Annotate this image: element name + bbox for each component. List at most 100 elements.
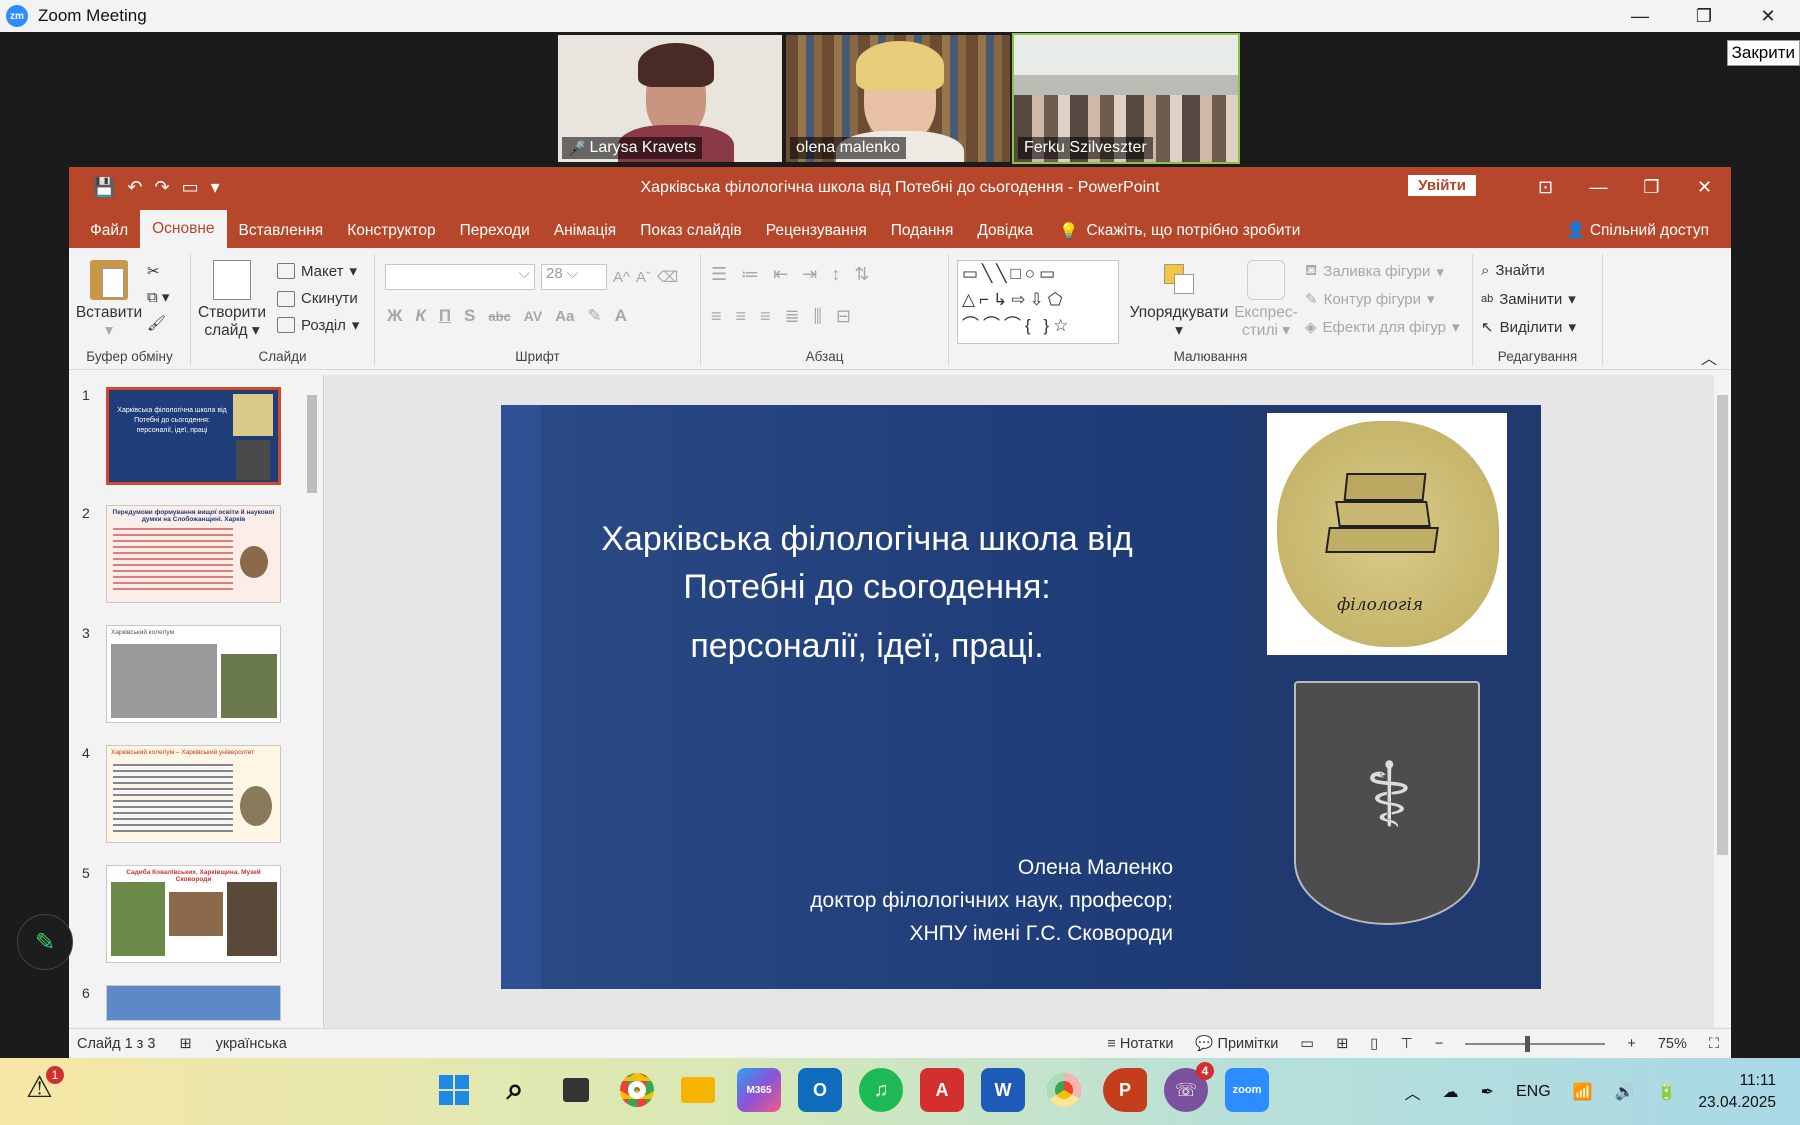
- comments-button[interactable]: 💬 Примітки: [1195, 1035, 1278, 1052]
- slideshow-view-icon[interactable]: ⊤: [1400, 1036, 1413, 1052]
- thumbnail-slide-3[interactable]: Харківський колегіум: [106, 625, 281, 723]
- shapes-gallery[interactable]: ▭╲╲□○▭ △⌐↳⇨⇩⬠ ⌒⌒⌒{ }☆: [957, 260, 1119, 344]
- zoom-slider[interactable]: [1465, 1035, 1606, 1052]
- zoom-app-icon[interactable]: zoom: [1225, 1068, 1269, 1112]
- zoom-in-icon[interactable]: +: [1627, 1036, 1635, 1052]
- viber-icon[interactable]: ☏ 4: [1164, 1062, 1214, 1112]
- acrobat-icon[interactable]: A: [920, 1068, 964, 1112]
- zoom-close-button[interactable]: ✕: [1736, 0, 1800, 32]
- current-slide[interactable]: Харківська філологічна школа від Потебні…: [501, 405, 1541, 989]
- input-language[interactable]: ENG: [1516, 1083, 1551, 1101]
- shape-effects-button[interactable]: ◈ Ефекти для фігур ▾: [1305, 318, 1460, 337]
- slide-subtitle[interactable]: персоналії, ідеї, праці.: [541, 627, 1193, 666]
- chrome-profile-icon[interactable]: [1042, 1068, 1086, 1112]
- fit-slide-icon[interactable]: ⛶: [1709, 1036, 1719, 1052]
- underline-button[interactable]: П: [439, 306, 451, 326]
- decrease-indent-icon[interactable]: ⇤: [773, 264, 788, 285]
- tab-design[interactable]: Конструктор: [335, 214, 447, 248]
- align-right-icon[interactable]: ≡: [760, 306, 771, 327]
- char-spacing-button[interactable]: AV: [524, 308, 542, 324]
- windows-start-icon[interactable]: [432, 1068, 476, 1112]
- justify-icon[interactable]: ≣: [785, 306, 800, 327]
- tab-animations[interactable]: Анімація: [542, 214, 628, 248]
- zoom-maximize-button[interactable]: ❐: [1672, 0, 1736, 32]
- undo-icon[interactable]: ↶: [127, 177, 142, 198]
- highlight-icon[interactable]: ✎: [587, 306, 601, 326]
- copy-icon[interactable]: ⧉ ▾: [147, 288, 169, 306]
- font-name-select[interactable]: ⌵: [385, 264, 535, 290]
- collapse-ribbon-icon[interactable]: ︿: [1701, 345, 1717, 369]
- replace-button[interactable]: ab Замінити ▾: [1481, 290, 1576, 309]
- search-icon[interactable]: ⌕: [493, 1068, 537, 1112]
- shape-fill-button[interactable]: ⛾ Заливка фігури ▾: [1305, 262, 1444, 281]
- file-explorer-icon[interactable]: [676, 1068, 720, 1112]
- ppt-close-button[interactable]: ✕: [1678, 167, 1731, 208]
- thumbnail-slide-1[interactable]: Харківська філологічна школа від Потебні…: [106, 387, 281, 485]
- font-color-icon[interactable]: A: [615, 306, 627, 326]
- tab-file[interactable]: Файл: [78, 214, 140, 248]
- redo-icon[interactable]: ↷: [155, 177, 170, 198]
- tab-insert[interactable]: Вставлення: [227, 214, 336, 248]
- quick-styles-button[interactable]: Експрес-стилі ▾: [1233, 260, 1299, 340]
- signin-button[interactable]: Увійти: [1408, 175, 1476, 196]
- shrink-font-icon[interactable]: Aˇ: [636, 269, 651, 286]
- grow-font-icon[interactable]: A^: [613, 269, 630, 286]
- columns-icon[interactable]: ⫼: [814, 306, 822, 327]
- shape-outline-button[interactable]: ✎ Контур фігури ▾: [1305, 290, 1435, 309]
- wifi-icon[interactable]: 📶: [1573, 1082, 1593, 1102]
- format-painter-icon[interactable]: 🖌: [147, 314, 166, 332]
- books-emblem-image[interactable]: філологія: [1267, 413, 1507, 655]
- participant-tile[interactable]: olena malenko: [786, 35, 1010, 162]
- save-icon[interactable]: 💾: [93, 177, 115, 198]
- line-spacing-icon[interactable]: ↕: [831, 264, 840, 285]
- reset-button[interactable]: Скинути: [277, 290, 358, 307]
- arrange-button[interactable]: Упорядкувати ▾: [1127, 260, 1231, 340]
- strikethrough-button[interactable]: abc: [488, 309, 510, 324]
- pen-input-icon[interactable]: ✒: [1481, 1082, 1494, 1102]
- spotify-icon[interactable]: ♫: [859, 1068, 903, 1112]
- powerpoint-icon[interactable]: P: [1103, 1068, 1147, 1112]
- numbering-icon[interactable]: ≔: [741, 264, 759, 285]
- ppt-restore-button[interactable]: ❐: [1625, 167, 1678, 208]
- change-case-button[interactable]: Aa: [555, 308, 574, 325]
- thumbnail-slide-5[interactable]: Садиба Ковалівських. Харківщина. Музей С…: [106, 865, 281, 963]
- word-icon[interactable]: W: [981, 1068, 1025, 1112]
- thumbnail-slide-4[interactable]: Харківський колегіум – Харківський уніве…: [106, 745, 281, 843]
- system-clock[interactable]: 11:11 23.04.2025: [1698, 1070, 1776, 1114]
- participant-tile-active-speaker[interactable]: Ferku Szilveszter: [1012, 33, 1240, 164]
- tab-home[interactable]: Основне: [140, 210, 227, 248]
- paste-button[interactable]: Вставити ▾: [75, 260, 143, 340]
- shadow-button[interactable]: S: [464, 306, 475, 326]
- chrome-icon[interactable]: [615, 1068, 659, 1112]
- task-view-icon[interactable]: [554, 1068, 598, 1112]
- annotate-pencil-button[interactable]: ✎: [17, 914, 73, 970]
- thumbnails-scrollbar[interactable]: [305, 381, 319, 1021]
- section-button[interactable]: Розділ ▾: [277, 316, 359, 334]
- tell-me-search[interactable]: 💡 Скажіть, що потрібно зробити: [1059, 214, 1300, 248]
- tab-slideshow[interactable]: Показ слайдів: [628, 214, 754, 248]
- cut-icon[interactable]: ✂: [147, 262, 160, 280]
- zoom-minimize-button[interactable]: —: [1608, 0, 1672, 32]
- align-center-icon[interactable]: ≡: [736, 306, 747, 327]
- participant-tile[interactable]: 🎤 Larysa Kravets: [558, 35, 782, 162]
- ppt-minimize-button[interactable]: —: [1572, 167, 1625, 208]
- customize-qat-icon[interactable]: ▾: [211, 177, 220, 198]
- slide-title[interactable]: Харківська філологічна школа від Потебні…: [541, 515, 1193, 611]
- text-direction-icon[interactable]: ⇅: [854, 264, 869, 285]
- bold-button[interactable]: Ж: [387, 306, 402, 326]
- chevron-up-icon[interactable]: ︿: [1405, 1080, 1421, 1104]
- find-button[interactable]: ⌕ Знайти: [1481, 262, 1545, 279]
- tab-transitions[interactable]: Переходи: [448, 214, 542, 248]
- outlook-icon[interactable]: O: [798, 1068, 842, 1112]
- thumbnail-slide-2[interactable]: Передумови формування вищої освіти й нау…: [106, 505, 281, 603]
- battery-icon[interactable]: 🔋: [1657, 1082, 1677, 1102]
- layout-button[interactable]: Макет ▾: [277, 262, 357, 280]
- notes-button[interactable]: ≡ Нотатки: [1107, 1036, 1173, 1052]
- align-text-icon[interactable]: ⊟: [836, 306, 851, 327]
- editor-scrollbar[interactable]: [1714, 375, 1731, 1028]
- start-slideshow-icon[interactable]: ▭: [182, 177, 199, 198]
- language-indicator[interactable]: українська: [216, 1036, 287, 1052]
- ribbon-display-options-icon[interactable]: ⊡: [1519, 167, 1572, 208]
- thumbnail-slide-6[interactable]: [106, 985, 281, 1021]
- reading-view-icon[interactable]: ▯: [1370, 1036, 1378, 1052]
